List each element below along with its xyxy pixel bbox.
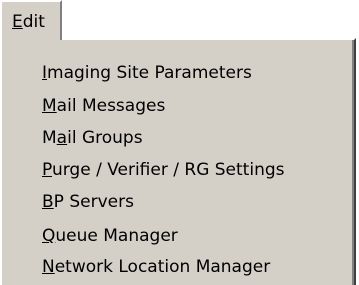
- edit-dropdown-menu: Imaging Site Parameters Mail Messages Ma…: [0, 38, 356, 285]
- menu-item-accelerator: M: [42, 96, 57, 116]
- menu-item-pre: M: [42, 128, 57, 148]
- menu-edit-label: Edit: [12, 12, 45, 32]
- menu-edit-label-rest: dit: [22, 12, 45, 32]
- menu-item-mail-groups[interactable]: Mail Groups: [42, 128, 143, 148]
- menu-item-accelerator: B: [42, 192, 54, 212]
- menu-item-post: ueue Manager: [55, 226, 178, 246]
- menu-edit[interactable]: Edit: [0, 0, 62, 40]
- menu-edit-accelerator: E: [12, 12, 23, 32]
- menu-item-purge-verifier-rg-settings[interactable]: Purge / Verifier / RG Settings: [42, 160, 285, 180]
- screenshot-stage: Edit Imaging Site Parameters Mail Messag…: [0, 0, 359, 285]
- menu-item-accelerator: N: [42, 257, 55, 277]
- menu-item-post: ail Messages: [56, 96, 166, 116]
- menu-item-accelerator: a: [56, 128, 68, 148]
- menu-item-network-location-manager[interactable]: Network Location Manager: [42, 257, 270, 277]
- menu-item-post: etwork Location Manager: [54, 257, 271, 277]
- menu-item-post: maging Site Parameters: [47, 63, 252, 83]
- menu-item-post: il Groups: [67, 128, 143, 148]
- menu-item-bp-servers[interactable]: BP Servers: [42, 192, 134, 212]
- menu-item-accelerator: Q: [42, 226, 56, 246]
- menu-item-post: P Servers: [53, 192, 134, 212]
- menu-item-queue-manager[interactable]: Queue Manager: [42, 226, 178, 246]
- menu-item-mail-messages[interactable]: Mail Messages: [42, 96, 165, 116]
- menu-item-post: urge / Verifier / RG Settings: [51, 160, 285, 180]
- menu-item-imaging-site-parameters[interactable]: Imaging Site Parameters: [42, 63, 252, 83]
- menu-item-accelerator: P: [42, 160, 52, 180]
